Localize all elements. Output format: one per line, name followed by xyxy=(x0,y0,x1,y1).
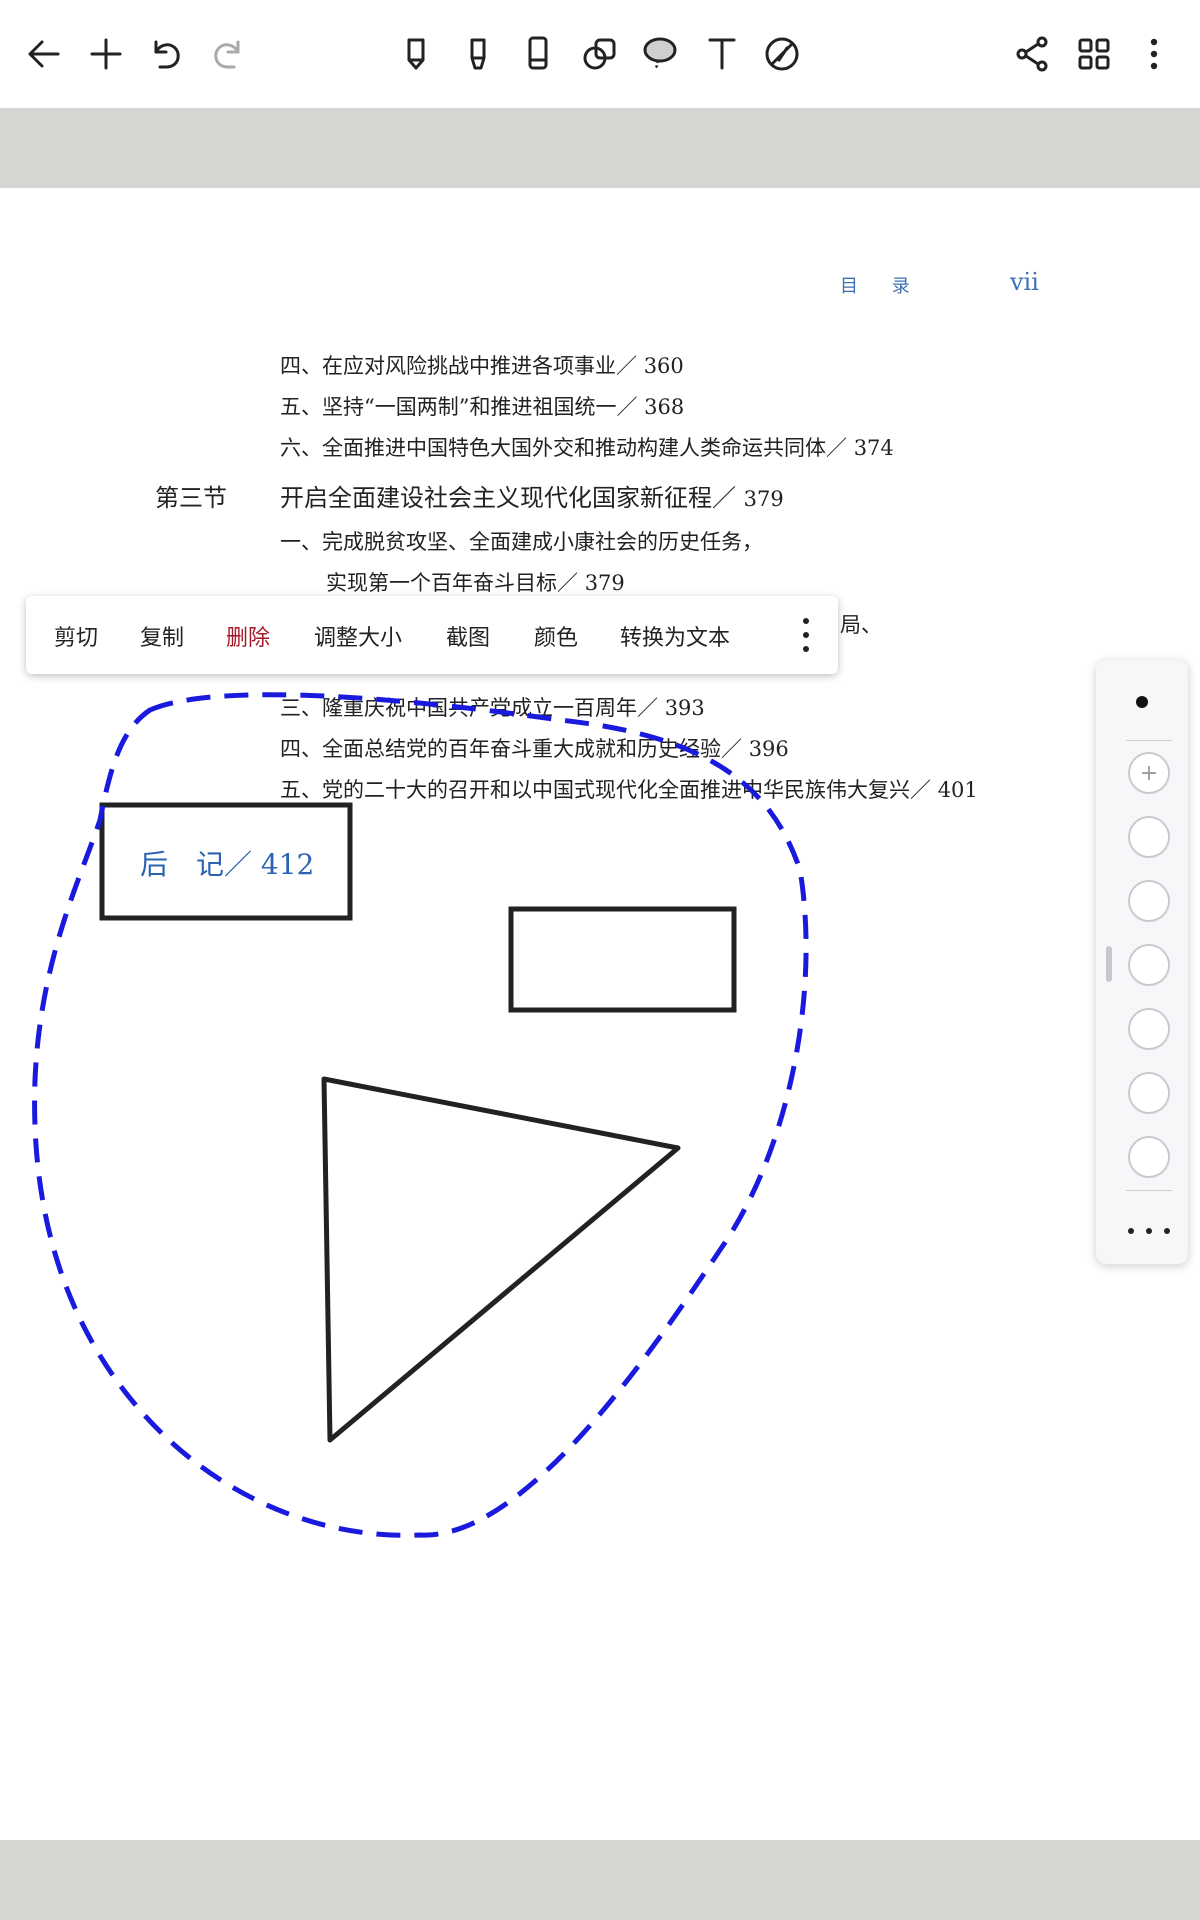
top-toolbar xyxy=(0,0,1200,109)
shapes-icon[interactable] xyxy=(576,30,624,78)
toc-line: 一、完成脱贫攻坚、全面建成小康社会的历史任务， xyxy=(280,530,763,554)
drawn-triangle[interactable] xyxy=(321,1076,681,1443)
lasso-selection[interactable] xyxy=(32,692,809,1538)
resize-button[interactable]: 调整大小 xyxy=(314,620,402,652)
lasso-icon[interactable] xyxy=(636,30,684,78)
drawn-rectangle[interactable] xyxy=(508,906,737,1013)
color-swatch[interactable] xyxy=(1128,1072,1170,1114)
add-color-icon[interactable]: + xyxy=(1128,752,1170,794)
color-swatch[interactable] xyxy=(1128,880,1170,922)
back-arrow-icon[interactable] xyxy=(20,30,68,78)
plus-icon[interactable] xyxy=(82,30,130,78)
afterword-entry: 后 记／ 412 xyxy=(140,848,315,881)
page-gap-bottom xyxy=(0,1840,1200,1920)
color-button[interactable]: 颜色 xyxy=(534,620,578,652)
toc-line: 三、隆重庆祝中国共产党成立一百周年／ 393 xyxy=(280,696,705,720)
text-icon[interactable] xyxy=(698,30,746,78)
toc-line: 实现第一个百年奋斗目标／ 379 xyxy=(326,571,625,595)
palette-divider xyxy=(1126,740,1172,741)
toc-section-title: 开启全面建设社会主义现代化国家新征程／ 379 xyxy=(280,484,784,512)
pen-icon[interactable] xyxy=(392,30,440,78)
no-touch-icon[interactable] xyxy=(758,30,806,78)
screenshot-button[interactable]: 截图 xyxy=(446,620,490,652)
share-icon[interactable] xyxy=(1008,30,1056,78)
delete-button[interactable]: 删除 xyxy=(226,620,270,652)
color-swatch[interactable] xyxy=(1128,944,1170,986)
undo-icon[interactable] xyxy=(142,30,190,78)
toc-line: 五、党的二十大的召开和以中国式现代化全面推进中华民族伟大复兴／ 401 xyxy=(280,778,978,802)
highlighter-icon[interactable] xyxy=(454,30,502,78)
palette-divider xyxy=(1126,1190,1172,1191)
toc-line: 五、坚持“一国两制”和推进祖国统一／ 368 xyxy=(280,395,685,419)
page-header-number: vii xyxy=(1010,268,1039,296)
selection-context-menu: 剪切 复制 删除 调整大小 截图 颜色 转换为文本 xyxy=(26,596,838,674)
convert-to-text-button[interactable]: 转换为文本 xyxy=(620,620,730,652)
page-gap-top xyxy=(0,108,1200,188)
copy-button[interactable]: 复制 xyxy=(140,620,184,652)
toc-section-label: 第三节 xyxy=(155,484,227,512)
color-swatch[interactable] xyxy=(1128,816,1170,858)
grid-icon[interactable] xyxy=(1070,30,1118,78)
more-options-icon[interactable] xyxy=(786,614,826,656)
color-swatch[interactable] xyxy=(1128,1136,1170,1178)
eraser-icon[interactable] xyxy=(514,30,562,78)
cut-button[interactable]: 剪切 xyxy=(54,620,98,652)
palette-more-icon[interactable] xyxy=(1128,1226,1170,1236)
redo-icon[interactable] xyxy=(204,30,252,78)
toc-line-fragment: 局、 xyxy=(840,613,882,637)
palette-drag-handle[interactable] xyxy=(1106,946,1112,982)
more-vertical-icon[interactable] xyxy=(1130,30,1178,78)
toc-line: 四、在应对风险挑战中推进各项事业／ 360 xyxy=(280,354,684,378)
toc-line: 六、全面推进中国特色大国外交和推动构建人类命运共同体／ 374 xyxy=(280,436,894,460)
toc-line: 四、全面总结党的百年奋斗重大成就和历史经验／ 396 xyxy=(280,737,789,761)
color-swatch[interactable] xyxy=(1128,1008,1170,1050)
selected-pen-size[interactable] xyxy=(1136,696,1148,708)
page-header-label: 目 录 xyxy=(840,276,924,297)
